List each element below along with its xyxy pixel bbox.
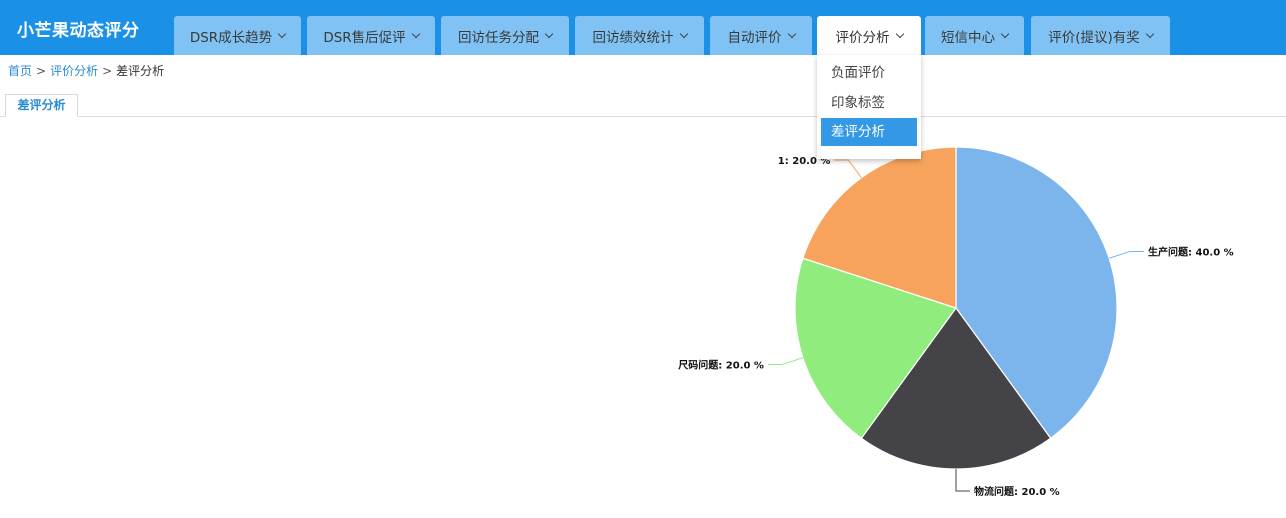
nav-revisit-stats[interactable]: 回访绩效统计 <box>575 16 704 55</box>
chevron-down-icon <box>895 29 904 38</box>
nav-label: 短信中心 <box>941 29 995 46</box>
nav-label: 回访绩效统计 <box>592 29 674 46</box>
breadcrumb-separator: > <box>102 64 113 78</box>
dropdown-item-impression-tags[interactable]: 印象标签 <box>821 89 917 117</box>
nav-revisit-assign[interactable]: 回访任务分配 <box>441 16 569 55</box>
pie-connector <box>834 159 862 179</box>
pie-data-label: 物流问题: 20.0 % <box>974 485 1060 498</box>
breadcrumb-review-analysis[interactable]: 评价分析 <box>50 64 98 78</box>
breadcrumb-current: 差评分析 <box>116 64 165 78</box>
chevron-down-icon <box>544 29 554 38</box>
chevron-down-icon <box>277 29 287 38</box>
nav-review-reward[interactable]: 评价(提议)有奖 <box>1031 16 1170 55</box>
pie-data-label: 尺码问题: 20.0 % <box>678 359 764 372</box>
breadcrumb: 首页 > 评价分析 > 差评分析 <box>8 62 164 79</box>
nav-label: 回访任务分配 <box>458 29 539 46</box>
chevron-down-icon <box>787 29 796 38</box>
pie-connector <box>1108 250 1145 259</box>
nav-sms-center[interactable]: 短信中心 <box>925 16 1024 55</box>
nav-label: DSR售后促评 <box>323 29 406 46</box>
breadcrumb-home[interactable]: 首页 <box>8 64 32 78</box>
nav-label: DSR成长趋势 <box>189 29 273 46</box>
nav-review-analysis[interactable]: 评价分析 <box>817 16 921 55</box>
pie-connector <box>767 357 804 366</box>
chevron-down-icon <box>679 29 688 38</box>
review-analysis-dropdown: 负面评价 印象标签 差评分析 <box>817 55 921 159</box>
chevron-down-icon <box>411 29 420 38</box>
nav-auto-review[interactable]: 自动评价 <box>710 16 812 55</box>
nav-dsr-growth[interactable]: DSR成长趋势 <box>174 16 301 55</box>
nav-label: 评价(提议)有奖 <box>1048 29 1140 46</box>
chevron-down-icon <box>1000 29 1010 38</box>
tab-divider <box>0 116 1286 117</box>
breadcrumb-separator: > <box>36 64 47 78</box>
nav-dsr-after-sale[interactable]: DSR售后促评 <box>307 16 435 55</box>
tab-negative-analysis[interactable]: 差评分析 <box>5 94 78 117</box>
app-title: 小芒果动态评分 <box>17 21 140 41</box>
dropdown-item-negative-analysis[interactable]: 差评分析 <box>821 118 917 146</box>
pie-connector <box>955 469 970 492</box>
pie-data-label: 生产问题: 40.0 % <box>1148 245 1234 258</box>
nav-label: 自动评价 <box>727 29 782 46</box>
pie-chart: 生产问题: 40.0 %物流问题: 20.0 %尺码问题: 20.0 %1: 2… <box>678 146 1234 498</box>
chevron-down-icon <box>1145 29 1155 38</box>
dropdown-item-negative-reviews[interactable]: 负面评价 <box>821 59 917 87</box>
nav-label: 评价分析 <box>835 29 890 46</box>
